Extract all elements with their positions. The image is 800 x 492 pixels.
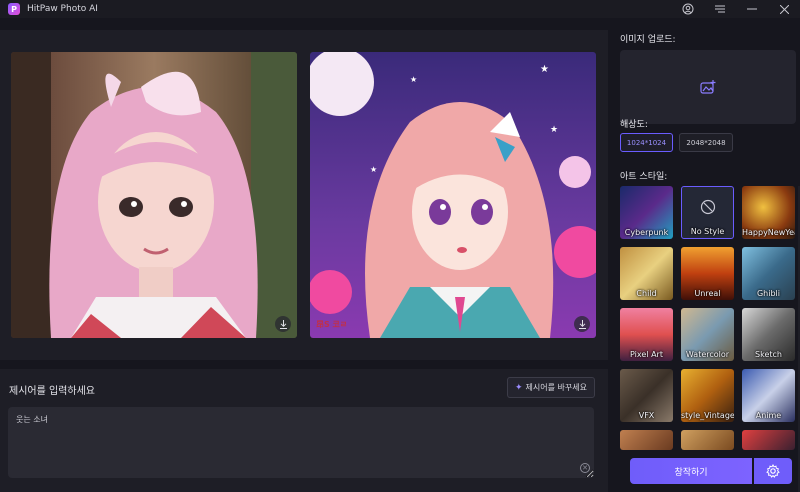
prompt-label: 제시어를 입력하세요 (9, 386, 95, 397)
style-tile-label: Unreal (694, 289, 721, 298)
svg-text:★: ★ (370, 165, 377, 174)
upload-label: 이미지 업로드: (620, 35, 676, 45)
download-icon[interactable] (275, 316, 291, 332)
style-tile-child[interactable]: Child (620, 247, 673, 300)
clear-icon[interactable]: ✕ (580, 463, 590, 473)
style-tile-extra-1[interactable] (620, 430, 673, 450)
style-tile-label: Sketch (755, 350, 782, 359)
image-upload-area[interactable] (620, 50, 796, 124)
app-logo-letter: P (11, 4, 17, 14)
app-title: HitPaw Photo AI (27, 4, 98, 14)
anime-girl-image: ★ ★ ★ ★ (310, 52, 596, 338)
image-watermark: 昂S 코ㄹ (316, 320, 348, 329)
resolution-option-1024[interactable]: 1024*1024 (620, 133, 673, 152)
resolution-option-label: 2048*2048 (686, 138, 726, 147)
sparkle-icon: ✦ (515, 382, 523, 393)
result-image-anime[interactable]: ★ ★ ★ ★ 昂S 코ㄹ (310, 52, 596, 338)
style-tile-label: No Style (690, 227, 725, 236)
rewrite-prompt-button[interactable]: ✦ 제시어를 바꾸세요 (507, 377, 595, 398)
no-style-icon (700, 199, 716, 215)
rewrite-prompt-label: 제시어를 바꾸세요 (525, 383, 587, 392)
close-icon[interactable] (768, 0, 800, 18)
style-tile-label: HappyNewYear (742, 228, 795, 237)
style-tile-cyberpunk[interactable]: Cyberpunk (620, 186, 673, 239)
prompt-panel: 제시어를 입력하세요 ✦ 제시어를 바꾸세요 웃는 소녀 ✕ (0, 369, 608, 492)
style-tile-extra-2[interactable] (681, 430, 734, 450)
style-tile-label: Ghibli (756, 289, 780, 298)
resolution-option-label: 1024*1024 (626, 138, 667, 147)
result-image-realistic[interactable] (11, 52, 297, 338)
style-tile-ghibli[interactable]: Ghibli (742, 247, 795, 300)
style-tile-vintage[interactable]: style_Vintage (681, 369, 734, 422)
art-style-label: 아트 스타일: (620, 172, 668, 182)
svg-text:★: ★ (550, 125, 558, 135)
style-tile-no-style[interactable]: No Style (681, 186, 734, 239)
create-button-label: 창작하기 (674, 467, 708, 478)
style-tile-label: VFX (638, 411, 655, 420)
style-tile-pixel-art[interactable]: Pixel Art (620, 308, 673, 361)
download-icon[interactable] (574, 316, 590, 332)
style-tile-anime[interactable]: Anime (742, 369, 795, 422)
style-tile-happy-new-year[interactable]: HappyNewYear (742, 186, 795, 239)
svg-text:★: ★ (410, 75, 417, 84)
style-tile-watercolor[interactable]: Watercolor (681, 308, 734, 361)
style-tile-extra-3[interactable] (742, 430, 795, 450)
style-tile-label: Watercolor (685, 350, 730, 359)
style-tile-label: Cyberpunk (624, 228, 669, 237)
settings-panel: 이미지 업로드: 해상도: 1024*1024 2048*2048 아트 스타일… (615, 18, 800, 492)
style-tile-sketch[interactable]: Sketch (742, 308, 795, 361)
title-bar: P HitPaw Photo AI (0, 0, 800, 18)
prompt-input[interactable]: 웃는 소녀 (8, 407, 594, 478)
style-tile-label: Pixel Art (630, 350, 663, 359)
resolution-option-2048[interactable]: 2048*2048 (679, 133, 733, 152)
app-logo-icon: P (8, 3, 20, 15)
add-image-icon (700, 80, 716, 94)
style-tile-unreal[interactable]: Unreal (681, 247, 734, 300)
resolution-label: 해상도: (620, 120, 648, 130)
minimize-icon[interactable] (736, 0, 768, 18)
svg-text:★: ★ (540, 64, 549, 75)
style-tile-vfx[interactable]: VFX (620, 369, 673, 422)
style-tile-label: Anime (755, 411, 782, 420)
menu-icon[interactable] (704, 0, 736, 18)
style-tile-label: Child (636, 289, 657, 298)
create-button[interactable]: 창작하기 (630, 458, 752, 484)
account-icon[interactable] (672, 0, 704, 18)
result-image-area: ★ ★ ★ ★ 昂S 코ㄹ (0, 30, 608, 360)
gear-icon (766, 464, 780, 478)
style-tile-label: style_Vintage (681, 411, 734, 420)
settings-button[interactable] (754, 458, 792, 484)
realistic-girl-image (11, 52, 297, 338)
